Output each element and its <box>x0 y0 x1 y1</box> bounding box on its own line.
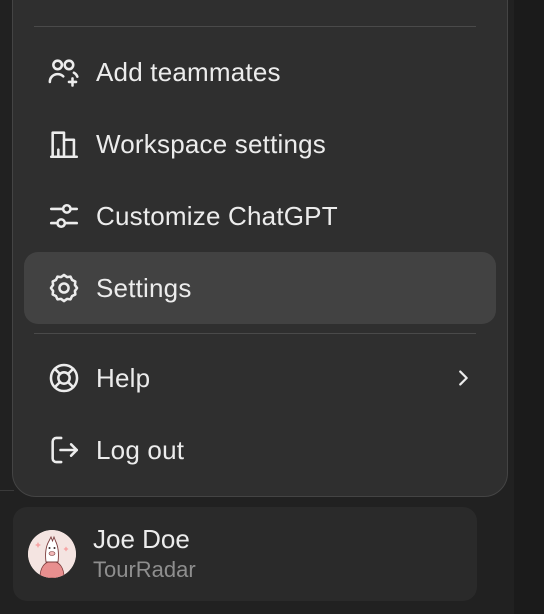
menu-item-label: Add teammates <box>96 56 281 87</box>
background-divider <box>0 490 14 491</box>
user-name: Joe Doe <box>93 524 190 554</box>
building-icon <box>46 126 82 162</box>
user-info: Joe Doe TourRadar <box>93 523 196 585</box>
lifebuoy-icon <box>46 360 82 396</box>
menu-item-label: Customize ChatGPT <box>96 200 338 231</box>
logout-icon <box>46 432 82 468</box>
gear-icon <box>46 270 82 306</box>
menu-item-customize-chatgpt[interactable]: Customize ChatGPT <box>24 180 496 252</box>
menu-item-label: Help <box>96 362 151 393</box>
llama-avatar-icon <box>28 530 76 578</box>
menu-item-label: Log out <box>96 434 185 465</box>
menu-item-workspace-settings[interactable]: Workspace settings <box>24 108 496 180</box>
user-profile-button[interactable]: Joe Doe TourRadar <box>13 507 477 601</box>
menu-item-label: Settings <box>96 272 192 303</box>
sliders-icon <box>46 198 82 234</box>
menu-divider-middle <box>34 333 476 334</box>
scroll-track <box>514 0 544 614</box>
chevron-right-icon <box>452 367 474 389</box>
menu-item-label: Workspace settings <box>96 128 326 159</box>
menu-item-log-out[interactable]: Log out <box>24 414 496 486</box>
avatar <box>28 530 76 578</box>
menu-divider-top <box>34 26 476 27</box>
menu-item-help[interactable]: Help <box>24 342 496 414</box>
add-teammates-icon <box>46 54 82 90</box>
user-organization: TourRadar <box>93 557 196 582</box>
menu-item-add-teammates[interactable]: Add teammates <box>24 36 496 108</box>
menu-item-settings[interactable]: Settings <box>24 252 496 324</box>
